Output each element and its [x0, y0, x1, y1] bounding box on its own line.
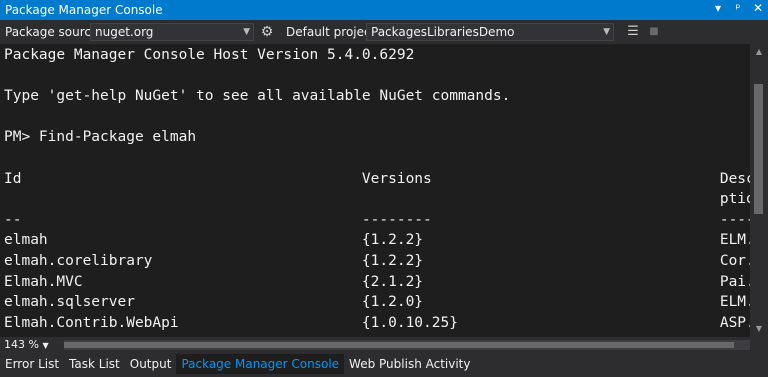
tab-task-list[interactable]: Task List [64, 354, 125, 374]
default-project-value: PackagesLibrariesDemo [371, 25, 515, 39]
console-line: Type 'get-help NuGet' to see all availab… [4, 88, 511, 105]
console-line: -- -------- ------ [4, 211, 750, 228]
console-line: Elmah.MVC {2.1.2} Pai... [4, 273, 750, 290]
scroll-down-icon[interactable]: ▼ [750, 321, 768, 337]
console-line: ption [4, 191, 750, 208]
tab-package-manager-console[interactable]: Package Manager Console [176, 354, 345, 374]
tab-web-publish-activity[interactable]: Web Publish Activity [344, 354, 475, 374]
scroll-up-icon[interactable]: ▲ [750, 44, 768, 60]
package-source-dropdown[interactable]: nuget.org ▼ [90, 23, 254, 41]
scroll-thumb[interactable] [754, 84, 763, 214]
console-line: Elmah.Contrib.WebApi {1.0.10.25} ASP... [4, 314, 750, 331]
bottom-tab-strip: Error List Task List Output Package Mana… [0, 353, 768, 377]
tab-error-list[interactable]: Error List [0, 354, 64, 374]
pin-icon[interactable]: ᵖ [732, 1, 744, 15]
clear-console-icon[interactable]: ☰ [624, 23, 642, 41]
chevron-down-icon: ▼ [42, 341, 49, 350]
horizontal-scrollbar[interactable] [64, 340, 750, 350]
console-line: elmah.corelibrary {1.2.2} Cor... [4, 253, 750, 269]
horizontal-scroll-thumb[interactable] [64, 342, 734, 348]
zoom-bar: 143 % ▼ [0, 337, 768, 353]
package-source-label: Package source: [5, 25, 103, 39]
console-toolbar: Package source: nuget.org ▼ ⚙ Default pr… [0, 20, 768, 44]
console-output[interactable]: Package Manager Console Host Version 5.4… [0, 44, 750, 337]
console-line: Package Manager Console Host Version 5.4… [4, 47, 415, 63]
zoom-level: 143 % [4, 338, 39, 351]
stop-icon[interactable]: ■ [645, 23, 663, 41]
chevron-down-icon: ▼ [603, 27, 610, 37]
chevron-down-icon: ▼ [243, 27, 250, 37]
console-line: elmah {1.2.2} ELM... [4, 232, 750, 249]
default-project-dropdown[interactable]: PackagesLibrariesDemo ▼ [366, 23, 614, 41]
vertical-scrollbar[interactable]: ▲ ▼ [750, 44, 768, 337]
close-icon[interactable]: ✕ [752, 1, 764, 15]
package-source-value: nuget.org [95, 25, 154, 39]
zoom-level-dropdown[interactable]: 143 % ▼ [4, 338, 49, 351]
console-line: elmah.sqlserver {1.2.0} ELM... [4, 294, 750, 311]
settings-gear-icon[interactable]: ⚙ [258, 23, 276, 41]
title-bar: Package Manager Console ▾ ᵖ ✕ [0, 0, 768, 20]
tab-output[interactable]: Output [125, 354, 177, 374]
console-line: PM> Find-Package elmah [4, 129, 197, 146]
console-line: Id Versions Descri [4, 170, 750, 187]
window-title: Package Manager Console [5, 3, 163, 17]
window-menu-dropdown-icon[interactable]: ▾ [712, 1, 724, 15]
